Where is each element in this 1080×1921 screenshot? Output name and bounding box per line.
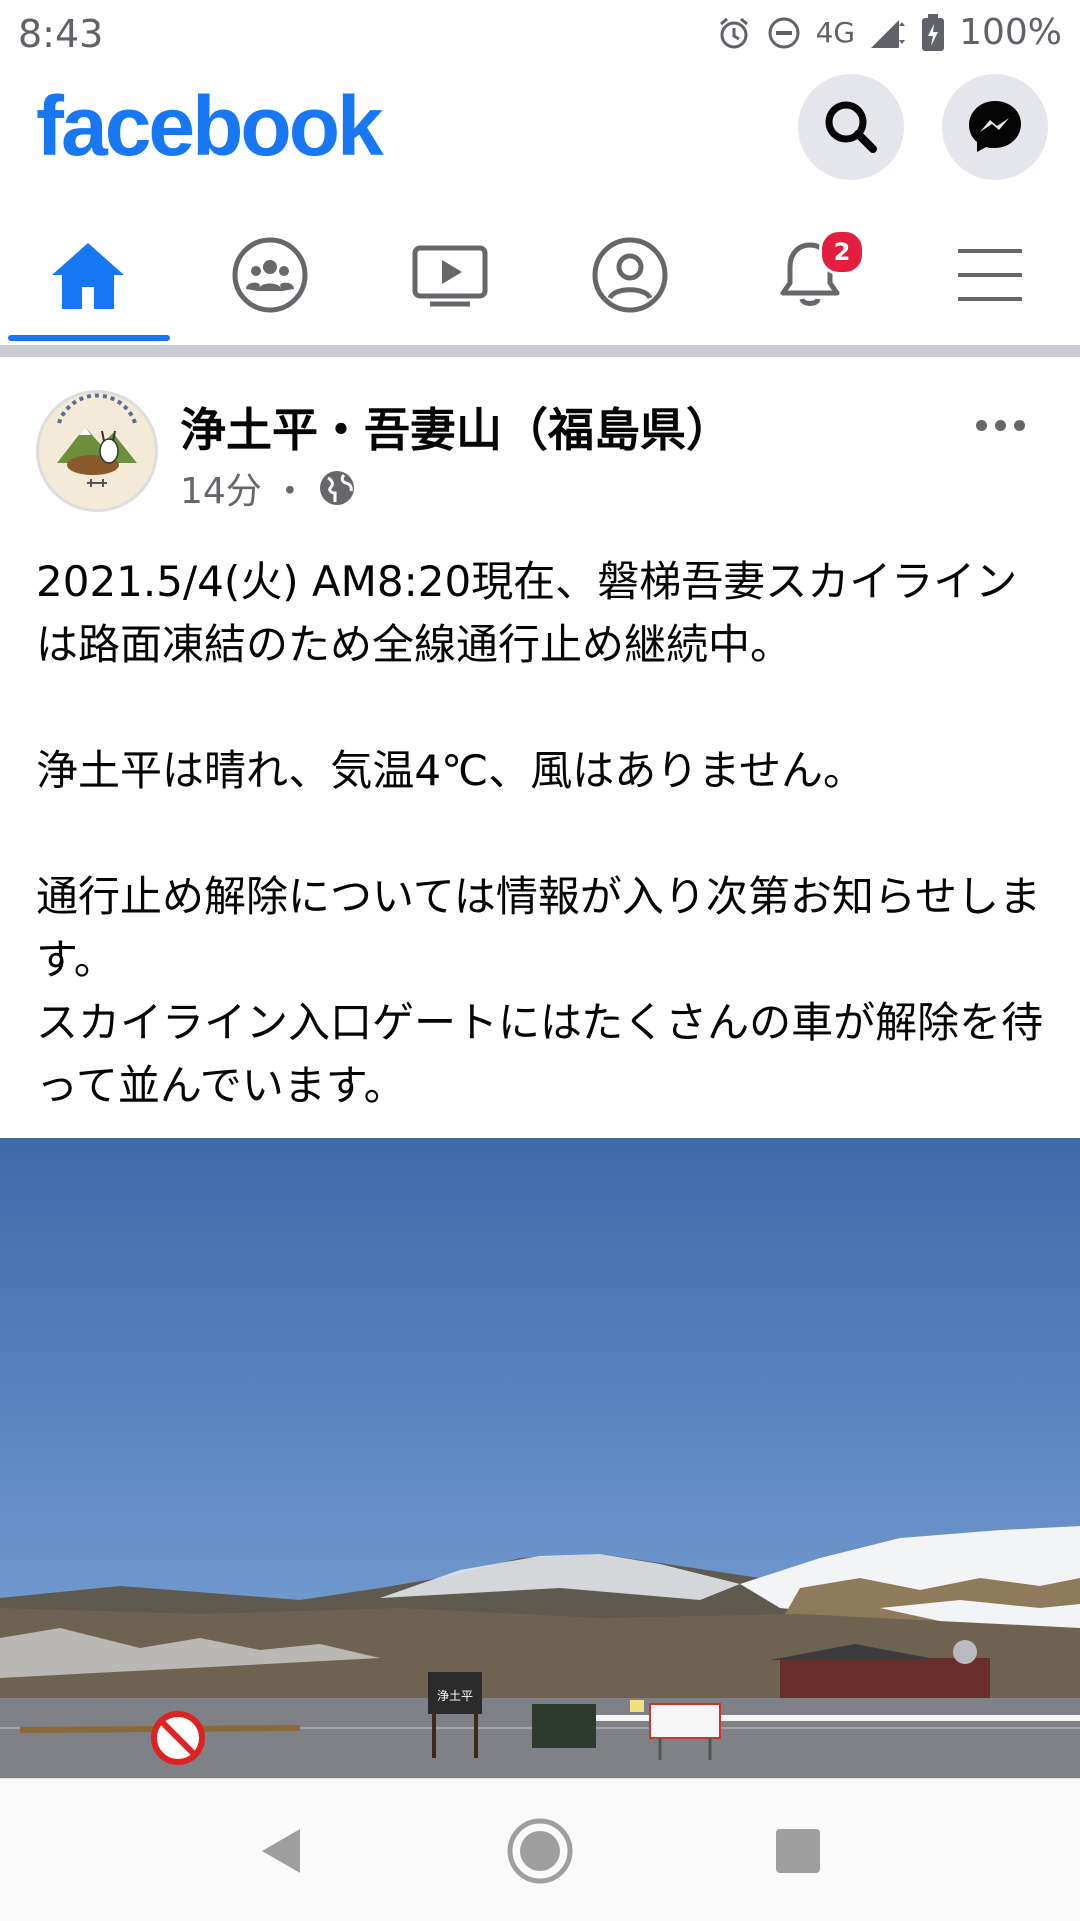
signal-icon	[869, 16, 907, 50]
network-type: 4G	[815, 16, 856, 49]
post-time[interactable]: 14分	[180, 462, 262, 514]
status-time: 8:43	[18, 12, 104, 56]
more-dot	[1013, 419, 1025, 431]
facebook-logo[interactable]: facebook	[36, 78, 384, 175]
more-dot	[994, 419, 1006, 431]
post-header: 浄土平・吾妻山（福島県） 14分 ・	[0, 370, 1080, 520]
post-text: 2021.5/4(火) AM8:20現在、磐梯吾妻スカイラインは路面凍結のため全…	[36, 550, 1046, 1117]
post-meta: 14分 ・	[180, 462, 356, 514]
tab-menu[interactable]	[907, 205, 1073, 345]
battery-percent: 100%	[959, 12, 1062, 53]
more-dot	[975, 419, 987, 431]
active-tab-indicator	[8, 335, 170, 341]
notification-badge: 2	[819, 229, 865, 275]
photo-sign-text: 浄土平	[437, 1689, 473, 1703]
hamburger-icon	[958, 249, 1022, 301]
tab-home[interactable]	[5, 205, 171, 345]
tab-profile[interactable]	[547, 205, 713, 345]
tab-notifications[interactable]: 2	[727, 205, 893, 345]
post-paragraph: 通行止め解除については情報が入り次第お知らせします。	[36, 872, 1042, 984]
page-avatar[interactable]	[36, 390, 158, 512]
more-options-button[interactable]	[970, 410, 1030, 440]
do-not-disturb-icon	[766, 15, 802, 51]
search-icon	[825, 101, 877, 153]
back-icon	[262, 1829, 300, 1873]
meta-separator: ・	[271, 471, 308, 512]
status-icons: 4G 100%	[716, 12, 1062, 53]
home-circle-icon	[507, 1818, 573, 1884]
battery-icon	[921, 13, 945, 52]
messenger-button[interactable]	[942, 74, 1048, 180]
groups-icon	[232, 237, 308, 313]
tab-groups[interactable]	[187, 205, 353, 345]
globe-icon	[319, 471, 354, 505]
video-icon	[412, 245, 488, 307]
recents-icon	[776, 1829, 820, 1873]
home-button[interactable]	[504, 1815, 576, 1887]
post-photo[interactable]: 浄土平	[0, 1138, 1080, 1778]
home-icon	[52, 243, 124, 309]
post-paragraph: スカイライン入口ゲートにはたくさんの車が解除を待って並んでいます。	[36, 998, 1044, 1110]
back-button[interactable]	[244, 1815, 316, 1887]
messenger-icon	[969, 101, 1021, 152]
recents-button[interactable]	[762, 1815, 834, 1887]
status-bar: 8:43 4G 100%	[0, 0, 1080, 70]
app-header: facebook	[0, 70, 1080, 190]
profile-icon	[592, 237, 668, 313]
post-paragraph: 2021.5/4(火) AM8:20現在、磐梯吾妻スカイラインは路面凍結のため全…	[36, 557, 1018, 669]
tab-divider	[0, 345, 1080, 357]
alarm-icon	[716, 15, 752, 51]
post-paragraph: 浄土平は晴れ、気温4℃、風はありません。	[36, 746, 866, 795]
page-name[interactable]: 浄土平・吾妻山（福島県）	[180, 394, 732, 460]
system-nav-bar	[0, 1778, 1080, 1921]
search-button[interactable]	[798, 74, 904, 180]
tab-watch[interactable]	[367, 205, 533, 345]
tab-bar: 2	[0, 205, 1080, 345]
